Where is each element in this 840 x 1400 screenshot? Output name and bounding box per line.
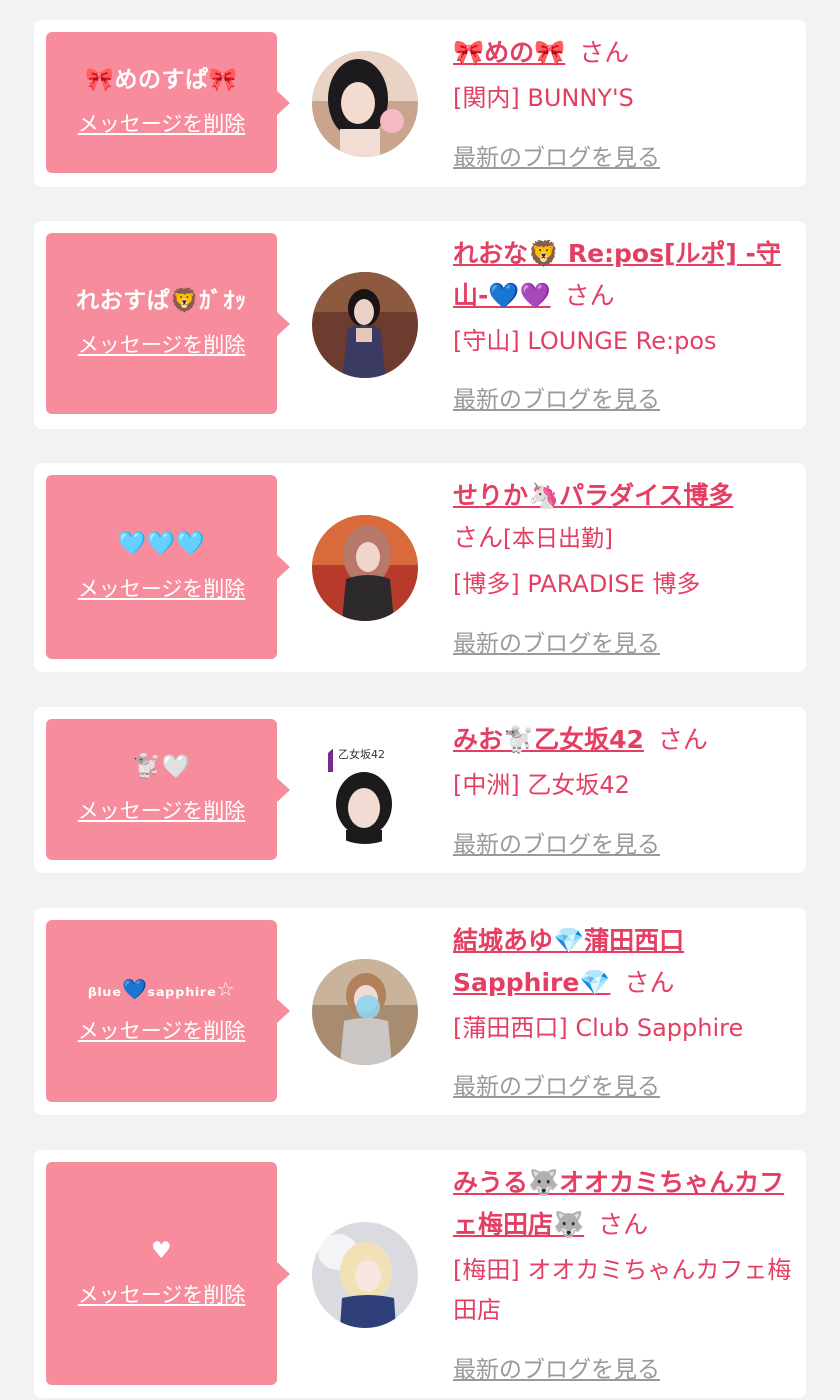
delete-message-link[interactable]: メッセージを削除: [78, 329, 246, 359]
list-item: れおすぱ🦁ｶﾞｵｯ メッセージを削除 れおな🦁 Re:pos[ルポ] -守山-💙…: [34, 221, 806, 429]
message-bubble: 🐩🤍 メッセージを削除: [46, 719, 290, 860]
list-item: 🎀めのすぱ🎀 メッセージを削除 🎀めの🎀 さん [関内] BUNNY'S 最新のブ…: [34, 20, 806, 187]
shop-info: [中洲] 乙女坂42: [453, 771, 630, 799]
delete-message-link[interactable]: メッセージを削除: [78, 1279, 246, 1309]
list-item: 🩵🩵🩵 メッセージを削除 せりか🦄パラダイス博多 さん[本日出勤] [博多] P…: [34, 463, 806, 672]
cast-name-link[interactable]: せりか🦄パラダイス博多: [453, 481, 733, 510]
avatar[interactable]: [312, 515, 418, 621]
delete-message-link[interactable]: メッセージを削除: [78, 795, 246, 825]
latest-blog-link[interactable]: 最新のブログを見る: [453, 825, 660, 859]
delete-message-link[interactable]: メッセージを削除: [78, 1015, 246, 1045]
list-item: ᵦₗᵤₑ💙ₛₐₚₚₕᵢᵣₑ☆ メッセージを削除 結城あゆ💎蒲田西口Sapphir…: [34, 908, 806, 1115]
avatar-photo: [312, 272, 418, 378]
delete-message-link[interactable]: メッセージを削除: [78, 573, 246, 603]
latest-blog-link[interactable]: 最新のブログを見る: [453, 380, 660, 414]
latest-blog-link[interactable]: 最新のブログを見る: [453, 624, 660, 658]
avatar-photo: [312, 515, 418, 621]
avatar[interactable]: [312, 959, 418, 1065]
message-bubble: ᵦₗᵤₑ💙ₛₐₚₚₕᵢᵣₑ☆ メッセージを削除: [46, 920, 290, 1102]
cast-name-link[interactable]: みお🐩乙女坂42: [453, 725, 644, 754]
list-item: ♥ メッセージを削除 みうる🐺オオカミちゃんカフェ梅田店🐺 さん [梅田] オオカ…: [34, 1150, 806, 1398]
entry-info: みお🐩乙女坂42 さん [中洲] 乙女坂42: [453, 719, 793, 805]
message-text: ᵦₗᵤₑ💙ₛₐₚₚₕᵢᵣₑ☆: [87, 977, 236, 1001]
avatar[interactable]: [312, 1222, 418, 1328]
favorites-list: 🎀めのすぱ🎀 メッセージを削除 🎀めの🎀 さん [関内] BUNNY'S 最新のブ…: [0, 0, 840, 1400]
cast-name-link[interactable]: れおな🦁 Re:pos[ルポ] -守山-💙💜: [453, 239, 781, 310]
honorific: さん: [564, 281, 615, 310]
message-bubble: 🩵🩵🩵 メッセージを削除: [46, 475, 290, 659]
message-text: ♥: [150, 1237, 173, 1264]
entry-info: 結城あゆ💎蒲田西口Sapphire💎 さん [蒲田西口] Club Sapphir…: [453, 920, 793, 1048]
attendance-note: [本日出勤]: [503, 526, 613, 552]
list-item: 🐩🤍 メッセージを削除 乙女坂42 みお🐩乙女坂42 さん [中洲] 乙女坂42 …: [34, 707, 806, 873]
shop-info: [梅田] オオカミちゃんカフェ梅田店: [453, 1256, 792, 1324]
shop-info: [関内] BUNNY'S: [453, 84, 634, 112]
honorific: さん: [598, 1210, 649, 1239]
message-bubble: ♥ メッセージを削除: [46, 1162, 290, 1385]
honorific: さん: [624, 968, 675, 997]
avatar-photo: 乙女坂42: [312, 738, 418, 844]
cast-name-link[interactable]: 🎀めの🎀: [453, 38, 565, 67]
entry-info: 🎀めの🎀 さん [関内] BUNNY'S: [453, 32, 793, 118]
entry-info: せりか🦄パラダイス博多 さん[本日出勤] [博多] PARADISE 博多: [453, 475, 793, 604]
avatar[interactable]: 乙女坂42: [312, 738, 418, 844]
delete-message-link[interactable]: メッセージを削除: [78, 108, 246, 138]
avatar-photo: [312, 959, 418, 1065]
entry-info: みうる🐺オオカミちゃんカフェ梅田店🐺 さん [梅田] オオカミちゃんカフェ梅田店: [453, 1162, 793, 1330]
honorific: さん: [657, 725, 708, 754]
avatar-photo: [312, 51, 418, 157]
shop-info: [博多] PARADISE 博多: [453, 570, 701, 598]
shop-info: [守山] LOUNGE Re:pos: [453, 327, 717, 355]
message-text: 🩵🩵🩵: [117, 531, 206, 558]
message-bubble: れおすぱ🦁ｶﾞｵｯ メッセージを削除: [46, 233, 290, 414]
message-text: 🐩🤍: [132, 753, 191, 780]
honorific: さん: [579, 38, 630, 67]
latest-blog-link[interactable]: 最新のブログを見る: [453, 1350, 660, 1384]
honorific: さん: [453, 523, 504, 552]
latest-blog-link[interactable]: 最新のブログを見る: [453, 138, 660, 172]
avatar-photo: [312, 1222, 418, 1328]
avatar[interactable]: [312, 272, 418, 378]
shop-info: [蒲田西口] Club Sapphire: [453, 1014, 744, 1042]
message-text: 🎀めのすぱ🎀: [85, 66, 238, 93]
entry-info: れおな🦁 Re:pos[ルポ] -守山-💙💜 さん [守山] LOUNGE Re:…: [453, 233, 793, 361]
latest-blog-link[interactable]: 最新のブログを見る: [453, 1067, 660, 1101]
message-text: れおすぱ🦁ｶﾞｵｯ: [76, 287, 247, 314]
avatar[interactable]: [312, 51, 418, 157]
svg-text:乙女坂42: 乙女坂42: [338, 747, 385, 761]
message-bubble: 🎀めのすぱ🎀 メッセージを削除: [46, 32, 290, 173]
